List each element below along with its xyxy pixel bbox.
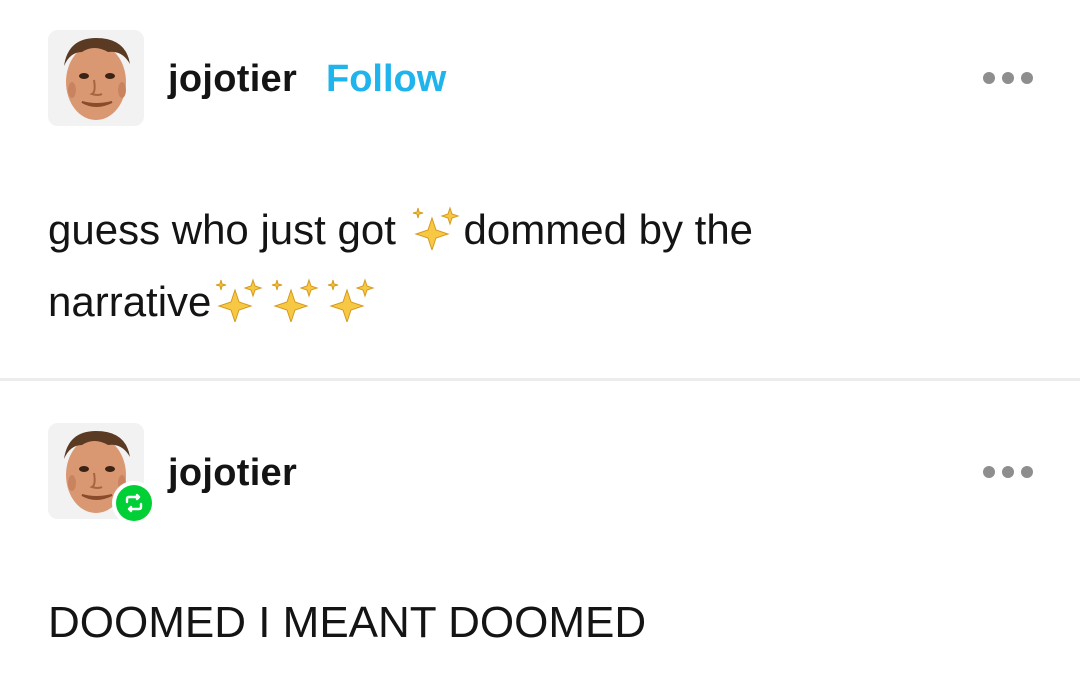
- post-username[interactable]: jojotier: [168, 452, 297, 495]
- more-dot: [1021, 466, 1033, 478]
- sparkles-emoji-icon: [328, 278, 375, 322]
- reblog-arrows-icon: [125, 493, 143, 513]
- more-options-icon[interactable]: [983, 464, 1033, 480]
- sparkles-emoji-icon: [216, 278, 263, 322]
- reblog-icon: [116, 485, 152, 521]
- post-text-part: dommed by the: [463, 206, 754, 253]
- more-dot: [983, 466, 995, 478]
- post-text-part: guess who just got: [48, 206, 408, 253]
- post-reblog: jojotier DOOMED I MEANT DOOMED: [0, 381, 1080, 689]
- follow-button[interactable]: Follow: [326, 58, 446, 101]
- more-dot: [1021, 72, 1033, 84]
- reblog-badge: [112, 481, 156, 525]
- tumblr-post-view: jojotier Follow guess who just got domme…: [0, 0, 1080, 689]
- more-dot: [1002, 466, 1014, 478]
- avatar[interactable]: [48, 30, 144, 126]
- post-body: guess who just got dommed by the narrati…: [48, 194, 1008, 338]
- avatar-face-image: [48, 30, 144, 126]
- more-dot: [983, 72, 995, 84]
- post-text-part: narrative: [48, 278, 212, 325]
- sparkles-emoji-icon: [272, 278, 319, 322]
- sparkles-emoji-icon: [412, 206, 460, 250]
- post-body: DOOMED I MEANT DOOMED: [48, 598, 647, 647]
- post-username[interactable]: jojotier: [168, 58, 297, 101]
- more-options-icon[interactable]: [983, 70, 1033, 86]
- avatar[interactable]: [48, 423, 156, 525]
- post-original: jojotier Follow guess who just got domme…: [0, 0, 1080, 378]
- more-dot: [1002, 72, 1014, 84]
